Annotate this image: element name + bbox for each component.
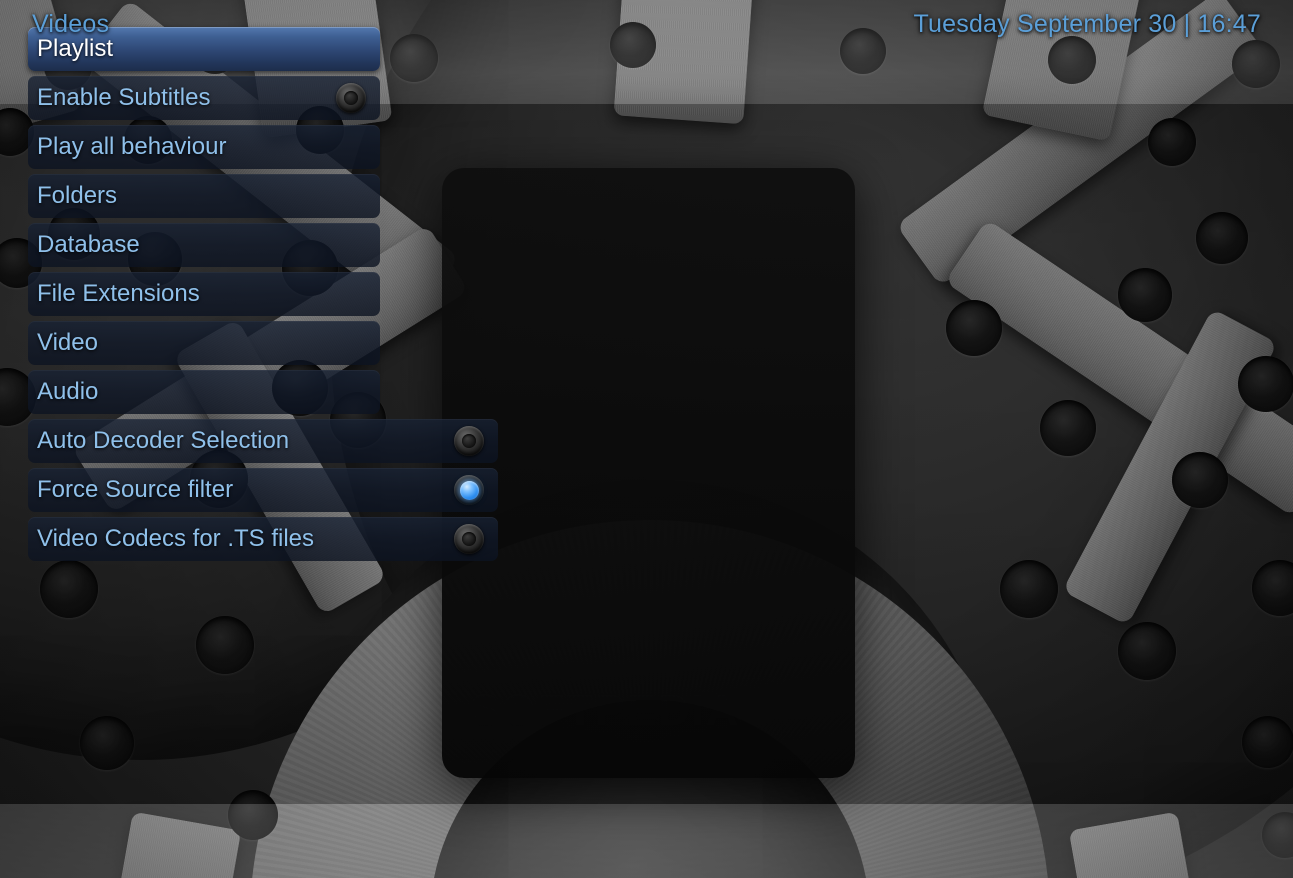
- radio-knob-icon: [459, 480, 479, 500]
- menu-item-video-codecs-for-ts-files[interactable]: Video Codecs for .TS files: [28, 517, 498, 561]
- radio-toggle-icon[interactable]: [454, 475, 484, 505]
- menu-item-label: Auto Decoder Selection: [37, 427, 290, 454]
- menu-item-database[interactable]: Database: [28, 223, 380, 267]
- bolt-hole: [1148, 118, 1196, 166]
- menu-item-label: Enable Subtitles: [37, 84, 211, 111]
- video-settings-dialog: [442, 168, 855, 778]
- menu-item-force-source-filter[interactable]: Force Source filter: [28, 468, 498, 512]
- bolt-hole: [1238, 356, 1293, 412]
- radio-toggle-icon[interactable]: [454, 426, 484, 456]
- bolt-hole: [40, 560, 98, 618]
- menu-item-label: Folders: [37, 182, 118, 209]
- top-bar: Videos Tuesday September 30 | 16:47: [0, 0, 1293, 48]
- bolt-hole: [1242, 716, 1293, 768]
- menu-item-file-extensions[interactable]: File Extensions: [28, 272, 380, 316]
- menu-item-label: Audio: [37, 378, 99, 405]
- menu-item-audio[interactable]: Audio: [28, 370, 380, 414]
- kodi-video-settings-screen: Videos Tuesday September 30 | 16:47 SOFT…: [0, 0, 1293, 878]
- menu-item-label: Force Source filter: [37, 476, 234, 503]
- menu-item-video[interactable]: Video: [28, 321, 380, 365]
- menu-item-play-all-behaviour[interactable]: Play all behaviour: [28, 125, 380, 169]
- radio-knob-icon: [462, 532, 476, 546]
- bolt-hole: [946, 300, 1002, 356]
- menu-item-label: Video Codecs for .TS files: [37, 525, 315, 552]
- bolt-hole: [1196, 212, 1248, 264]
- menu-item-label: File Extensions: [37, 280, 200, 307]
- bolt-hole: [1040, 400, 1096, 456]
- bolt-hole: [1000, 560, 1058, 618]
- bolt-hole: [1118, 268, 1172, 322]
- clock-date: Tuesday September 30 | 16:47: [913, 9, 1261, 38]
- bolt-hole: [1118, 622, 1176, 680]
- radio-knob-icon: [462, 434, 476, 448]
- menu-item-label: Database: [37, 231, 140, 258]
- radio-toggle-icon[interactable]: [454, 524, 484, 554]
- settings-menu-list: Playlist Enable Subtitles Play all behavio…: [28, 27, 498, 566]
- radio-knob-icon: [344, 91, 358, 105]
- bolt-hole: [228, 790, 278, 840]
- bolt-hole: [1172, 452, 1228, 508]
- menu-item-auto-decoder-selection[interactable]: Auto Decoder Selection: [28, 419, 498, 463]
- radio-toggle-icon[interactable]: [336, 83, 366, 113]
- menu-item-label: Play all behaviour: [37, 133, 227, 160]
- page-title: Videos: [32, 9, 110, 38]
- menu-item-enable-subtitles[interactable]: Enable Subtitles: [28, 76, 380, 120]
- menu-item-folders[interactable]: Folders: [28, 174, 380, 218]
- menu-item-label: Video: [37, 329, 98, 356]
- bolt-hole: [196, 616, 254, 674]
- bolt-hole: [80, 716, 134, 770]
